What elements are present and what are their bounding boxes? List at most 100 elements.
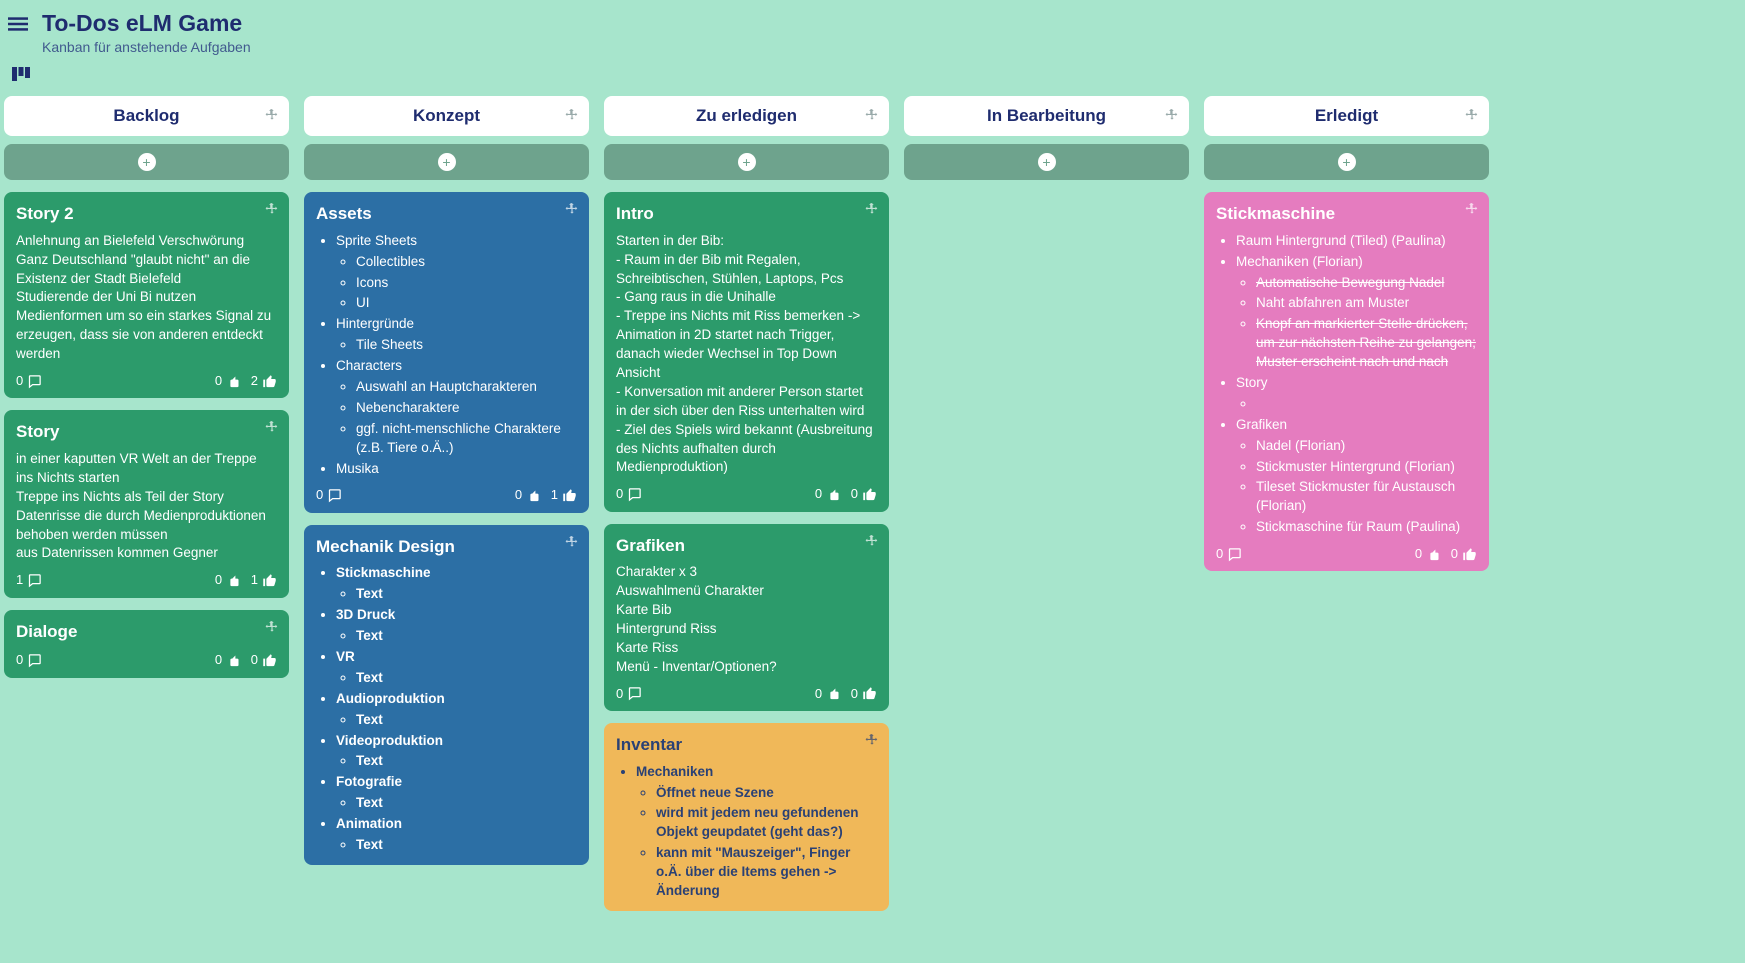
drag-handle-icon[interactable] <box>265 420 279 440</box>
list-item: HintergründeTile Sheets <box>336 315 577 355</box>
kanban-column: Backlog + Story 2 Anlehnung an Bielefeld Ve… <box>4 96 289 690</box>
list-item: MechanikenÖffnet neue Szenewird mit jede… <box>636 763 877 901</box>
kanban-card[interactable]: Dialoge00 0 <box>4 610 289 678</box>
kanban-column: Konzept+AssetsSprite SheetsCollectiblesI… <box>304 96 589 877</box>
drag-handle-icon[interactable] <box>265 202 279 222</box>
kanban-card[interactable]: Storyin einer kaputten VR Welt an der Tr… <box>4 410 289 597</box>
list-item: Icons <box>356 274 577 293</box>
list-item: Text <box>356 627 577 646</box>
add-card-button[interactable]: + <box>604 144 889 180</box>
kanban-card[interactable]: AssetsSprite SheetsCollectiblesIconsUIHi… <box>304 192 589 513</box>
list-item: Story <box>1236 374 1477 414</box>
comment-icon[interactable] <box>27 573 42 588</box>
comment-icon[interactable] <box>627 487 642 502</box>
add-card-button[interactable]: + <box>304 144 589 180</box>
card-footer: 00 0 <box>616 685 877 703</box>
column-header[interactable]: In Bearbeitung <box>904 96 1189 136</box>
add-card-button[interactable]: + <box>1204 144 1489 180</box>
thumbs-up-icon[interactable] <box>1462 547 1477 562</box>
card-body: in einer kaputten VR Welt an der Treppe … <box>16 450 277 563</box>
list-item: 3D DruckText <box>336 606 577 646</box>
kanban-column: In Bearbeitung + <box>904 96 1189 192</box>
list-item: Nadel (Florian) <box>1256 437 1477 456</box>
upvote-count: 1 <box>551 486 558 504</box>
thumbs-up-icon[interactable] <box>862 686 877 701</box>
card-title: Story 2 <box>16 202 277 226</box>
list-item: GrafikenNadel (Florian)Stickmuster Hinte… <box>1236 416 1477 537</box>
kanban-board: Backlog + Story 2 Anlehnung an Bielefeld Ve… <box>0 86 1745 963</box>
card-body: Raum Hintergrund (Tiled) (Paulina)Mechan… <box>1216 232 1477 537</box>
thumbs-down-icon[interactable] <box>226 653 241 668</box>
kanban-card[interactable]: IntroStarten in der Bib:- Raum in der Bi… <box>604 192 889 512</box>
column-header[interactable]: Konzept <box>304 96 589 136</box>
thumbs-up-icon[interactable] <box>262 374 277 389</box>
card-body: Anlehnung an Bielefeld VerschwörungGanz … <box>16 232 277 364</box>
thumbs-up-icon[interactable] <box>862 487 877 502</box>
kanban-card[interactable]: GrafikenCharakter x 3Auswahlmenü Charakt… <box>604 524 889 711</box>
drag-handle-icon[interactable] <box>265 620 279 640</box>
list-item: AnimationText <box>336 815 577 855</box>
comment-count: 0 <box>616 485 623 503</box>
drag-handle-icon[interactable] <box>565 535 579 555</box>
list-item: kann mit "Mauszeiger", Finger o.Ä. über … <box>656 844 877 901</box>
add-card-button[interactable]: + <box>4 144 289 180</box>
column-title: Backlog <box>113 106 179 126</box>
list-item: StickmaschineText <box>336 564 577 604</box>
list-item: Naht abfahren am Muster <box>1256 294 1477 313</box>
list-item: Sprite SheetsCollectiblesIconsUI <box>336 232 577 314</box>
column-title: Erledigt <box>1315 106 1378 126</box>
thumbs-up-icon[interactable] <box>262 573 277 588</box>
drag-handle-icon[interactable] <box>865 202 879 222</box>
list-item: VideoproduktionText <box>336 732 577 772</box>
list-item: Öffnet neue Szene <box>656 784 877 803</box>
upvote-count: 2 <box>251 372 258 390</box>
drag-handle-icon[interactable] <box>565 108 579 125</box>
kanban-card[interactable]: InventarMechanikenÖffnet neue Szenewird … <box>604 723 889 911</box>
menu-icon[interactable] <box>8 14 28 40</box>
drag-handle-icon[interactable] <box>265 108 279 125</box>
list-item: Collectibles <box>356 253 577 272</box>
plus-icon: + <box>1338 153 1356 171</box>
column-header[interactable]: Zu erledigen <box>604 96 889 136</box>
drag-handle-icon[interactable] <box>1465 202 1479 222</box>
upvote-count: 0 <box>251 651 258 669</box>
board-view-icon[interactable] <box>12 67 1745 86</box>
downvote-count: 0 <box>1415 545 1422 563</box>
thumbs-down-icon[interactable] <box>826 686 841 701</box>
kanban-card[interactable]: StickmaschineRaum Hintergrund (Tiled) (P… <box>1204 192 1489 571</box>
card-body: Sprite SheetsCollectiblesIconsUIHintergr… <box>316 232 577 479</box>
thumbs-up-icon[interactable] <box>262 653 277 668</box>
column-header[interactable]: Erledigt <box>1204 96 1489 136</box>
list-item: Tileset Stickmuster für Austausch (Flori… <box>1256 478 1477 516</box>
thumbs-down-icon[interactable] <box>1426 547 1441 562</box>
comment-icon[interactable] <box>1227 547 1242 562</box>
thumbs-down-icon[interactable] <box>826 487 841 502</box>
comment-icon[interactable] <box>327 488 342 503</box>
list-item: AudioproduktionText <box>336 690 577 730</box>
list-item: Raum Hintergrund (Tiled) (Paulina) <box>1236 232 1477 251</box>
drag-handle-icon[interactable] <box>865 733 879 753</box>
thumbs-down-icon[interactable] <box>226 573 241 588</box>
comment-icon[interactable] <box>627 686 642 701</box>
drag-handle-icon[interactable] <box>1165 108 1179 125</box>
card-title: Grafiken <box>616 534 877 558</box>
comment-icon[interactable] <box>27 374 42 389</box>
drag-handle-icon[interactable] <box>1465 108 1479 125</box>
kanban-card[interactable]: Mechanik DesignStickmaschineText3D Druck… <box>304 525 589 865</box>
thumbs-down-icon[interactable] <box>226 374 241 389</box>
comment-icon[interactable] <box>27 653 42 668</box>
column-title: Konzept <box>413 106 480 126</box>
list-item: wird mit jedem neu gefundenen Objekt geu… <box>656 804 877 842</box>
thumbs-down-icon[interactable] <box>526 488 541 503</box>
column-header[interactable]: Backlog <box>4 96 289 136</box>
list-item: Text <box>356 836 577 855</box>
drag-handle-icon[interactable] <box>565 202 579 222</box>
thumbs-up-icon[interactable] <box>562 488 577 503</box>
drag-handle-icon[interactable] <box>865 108 879 125</box>
drag-handle-icon[interactable] <box>865 534 879 554</box>
card-body: StickmaschineText3D DruckTextVRTextAudio… <box>316 564 577 854</box>
comment-count: 0 <box>16 651 23 669</box>
kanban-card[interactable]: Story 2 Anlehnung an Bielefeld Verschwöru… <box>4 192 289 398</box>
add-card-button[interactable]: + <box>904 144 1189 180</box>
card-footer: 00 0 <box>16 651 277 669</box>
